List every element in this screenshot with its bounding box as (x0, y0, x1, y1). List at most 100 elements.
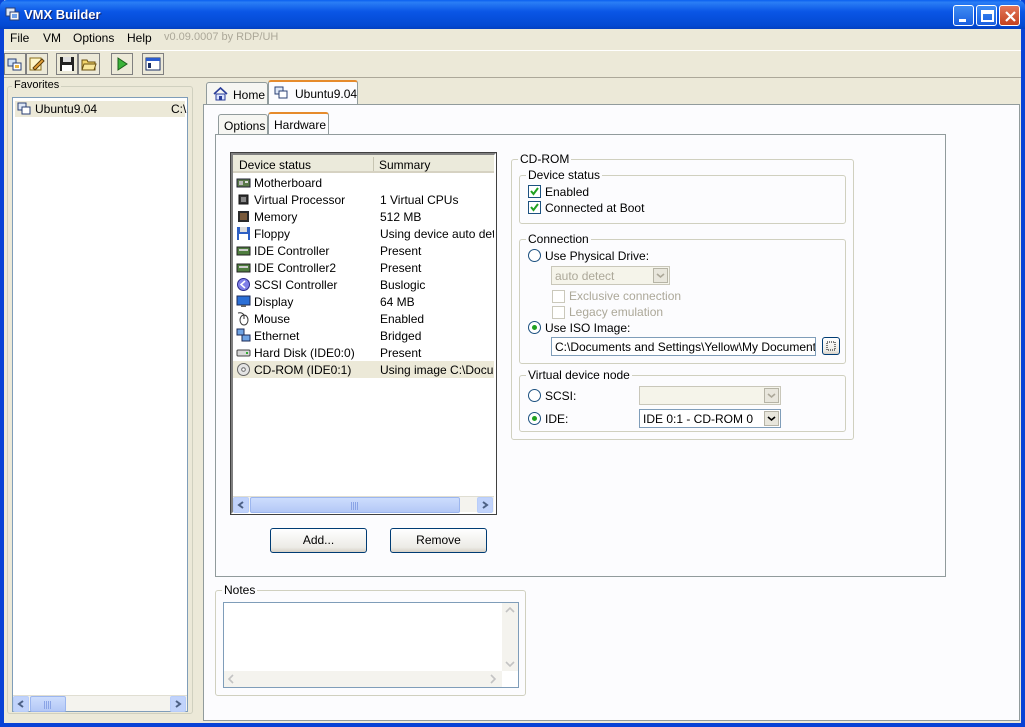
processor-icon (238, 194, 249, 205)
connected-at-boot-checkbox[interactable] (528, 201, 541, 214)
cdrom-group-title: CD-ROM (518, 152, 572, 166)
enabled-checkbox[interactable] (528, 185, 541, 198)
notes-textarea[interactable] (223, 602, 519, 688)
new-vm-button[interactable] (4, 53, 26, 75)
exclusive-connection-label: Exclusive connection (569, 289, 682, 303)
dropdown-arrow[interactable] (764, 411, 779, 426)
device-row-scsi-controller[interactable]: SCSI Controller Buslogic (233, 276, 494, 293)
scroll-right-arrow[interactable] (170, 696, 186, 712)
scroll-arrows-icon (505, 606, 515, 668)
display-icon (236, 295, 251, 307)
scroll-left-arrow[interactable] (233, 497, 249, 513)
column-summary[interactable]: Summary (379, 158, 430, 172)
device-row-ide-controller2[interactable]: IDE Controller2 Present (233, 259, 494, 276)
dropdown-arrow[interactable] (764, 388, 779, 403)
new-vm-icon (7, 58, 22, 71)
iso-path-input[interactable]: C:\Documents and Settings\Yellow\My Docu… (551, 337, 816, 356)
ide-node-select[interactable]: IDE 0:1 - CD-ROM 0 (639, 409, 781, 428)
open-button[interactable] (78, 53, 100, 75)
device-row-display[interactable]: Display 64 MB (233, 293, 494, 310)
device-row-cdrom[interactable]: CD-ROM (IDE0:1) Using image C:\Documents (233, 361, 494, 378)
ide-radio[interactable] (528, 412, 541, 425)
use-physical-drive-radio[interactable] (528, 249, 541, 262)
close-icon (1005, 11, 1016, 22)
use-physical-drive-label: Use Physical Drive: (545, 249, 650, 263)
tab-home[interactable]: Home (206, 82, 268, 104)
favorites-hscrollbar[interactable] (13, 695, 187, 712)
column-device-status[interactable]: Device status (239, 158, 311, 172)
notes-vscrollbar[interactable] (502, 603, 518, 671)
legacy-emulation-checkbox[interactable] (552, 306, 565, 319)
motherboard-icon (236, 178, 251, 188)
save-button[interactable] (56, 53, 78, 75)
device-row-hard-disk[interactable]: Hard Disk (IDE0:0) Present (233, 344, 494, 361)
vm-icon (17, 102, 31, 115)
physical-drive-select[interactable]: auto detect (551, 266, 670, 285)
device-row-memory[interactable]: Memory 512 MB (233, 208, 494, 225)
favorite-item[interactable]: Ubuntu9.04 C:\ (15, 101, 186, 117)
physical-drive-value: auto detect (555, 269, 615, 283)
device-list[interactable]: Device status Summary Motherboard Virtua… (230, 152, 497, 515)
remove-device-button[interactable]: Remove (390, 528, 487, 553)
ide-controller-icon (236, 263, 251, 273)
arrow-left-icon (237, 501, 244, 509)
menu-options[interactable]: Options (73, 31, 114, 45)
maximize-button[interactable] (976, 5, 997, 26)
add-device-button[interactable]: Add... (270, 528, 367, 553)
window-title: VMX Builder (24, 7, 101, 22)
device-row-mouse[interactable]: Mouse Enabled (233, 310, 494, 327)
exclusive-connection-checkbox[interactable] (552, 290, 565, 303)
close-button[interactable] (999, 5, 1020, 26)
chevron-down-icon (767, 416, 776, 422)
device-name: CD-ROM (IDE0:1) (254, 363, 352, 377)
minimize-icon (959, 19, 966, 22)
tab-home-label: Home (233, 88, 266, 102)
tab-ubuntu[interactable]: Ubuntu9.04 (268, 80, 358, 104)
run-vm-button[interactable] (111, 53, 133, 75)
edit-vm-icon (29, 57, 45, 71)
tab-hardware[interactable]: Hardware (268, 112, 329, 134)
scsi-node-select[interactable] (639, 386, 781, 405)
device-summary: Using image C:\Documents (380, 363, 494, 377)
ide-node-value: IDE 0:1 - CD-ROM 0 (643, 412, 754, 426)
scroll-right-arrow[interactable] (477, 497, 493, 513)
menu-vm[interactable]: VM (43, 31, 61, 45)
app-icon (5, 7, 20, 21)
notes-hscrollbar[interactable] (224, 671, 502, 687)
device-list-hscrollbar[interactable] (233, 496, 494, 513)
tab-options-label: Options (224, 119, 266, 133)
scroll-thumb[interactable] (30, 696, 66, 712)
scroll-thumb[interactable] (250, 497, 460, 513)
menu-file[interactable]: File (10, 31, 29, 45)
use-iso-image-radio[interactable] (528, 321, 541, 334)
mouse-icon (237, 312, 249, 326)
device-summary: Using device auto detect (380, 227, 494, 241)
device-summary: 64 MB (380, 295, 415, 309)
browse-iso-button[interactable] (822, 337, 840, 355)
arrow-right-icon (175, 700, 182, 708)
device-name: Floppy (254, 227, 291, 241)
menu-bar: File VM Options Help v0.09.0007 by RDP/U… (4, 29, 1021, 47)
chevron-down-icon (656, 273, 665, 279)
device-row-motherboard[interactable]: Motherboard (233, 174, 494, 191)
favorites-list[interactable]: Ubuntu9.04 C:\ (12, 97, 188, 712)
scsi-radio[interactable] (528, 389, 541, 402)
device-row-ide-controller[interactable]: IDE Controller Present (233, 242, 494, 259)
virtual-device-node-title: Virtual device node (526, 368, 632, 382)
save-icon (60, 57, 74, 71)
legacy-emulation-label: Legacy emulation (569, 305, 664, 319)
menu-help[interactable]: Help (127, 31, 152, 45)
scroll-left-arrow[interactable] (13, 696, 29, 712)
minimize-button[interactable] (953, 5, 974, 26)
open-folder-icon (81, 59, 97, 71)
dropdown-arrow[interactable] (653, 268, 668, 283)
device-row-ethernet[interactable]: Ethernet Bridged (233, 327, 494, 344)
edit-vm-button[interactable] (26, 53, 48, 75)
tab-options[interactable]: Options (218, 114, 268, 134)
connection-title: Connection (526, 232, 591, 246)
use-iso-image-label: Use ISO Image: (545, 321, 631, 335)
title-bar[interactable]: VMX Builder (0, 0, 1025, 29)
device-row-processor[interactable]: Virtual Processor 1 Virtual CPUs (233, 191, 494, 208)
console-button[interactable] (142, 53, 164, 75)
device-row-floppy[interactable]: Floppy Using device auto detect (233, 225, 494, 242)
